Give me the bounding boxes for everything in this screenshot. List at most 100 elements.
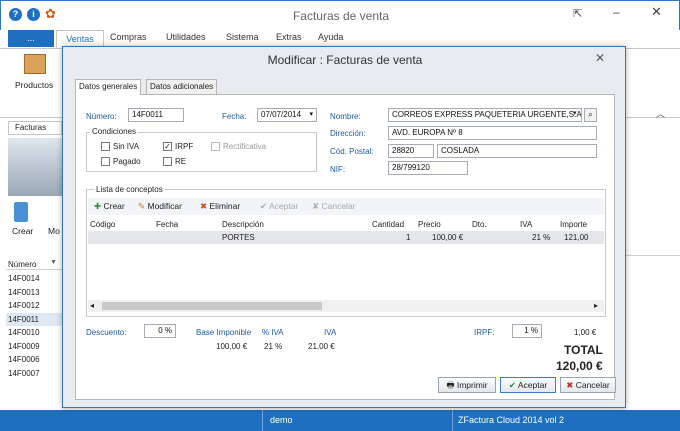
search-icon[interactable]: ⌕ (584, 108, 597, 122)
poblacion-input[interactable]: COSLADA (437, 144, 597, 158)
nombre-label: Nombre: (330, 112, 361, 121)
sin-iva-label: Sin IVA (113, 142, 140, 151)
table-row[interactable] (88, 231, 604, 244)
irpf-checkbox[interactable]: ✓ (163, 142, 172, 151)
fecha-label: Fecha: (222, 112, 247, 121)
list-item[interactable]: 14F0006 (8, 355, 40, 364)
list-item[interactable]: 14F0012 (8, 301, 40, 310)
pct-iva-label: % IVA (262, 328, 284, 337)
left-panel: Facturas Crear Mo Número ▼ 14F0014 14F001… (0, 118, 62, 410)
re-label: RE (175, 157, 187, 166)
dialog-body: Datos generales Datos adicionales Número… (72, 79, 618, 401)
tab-facturas[interactable]: Facturas (8, 121, 62, 135)
cell-cantidad: 1 (406, 233, 411, 242)
descuento-input[interactable]: 0 % (144, 324, 176, 338)
fecha-picker[interactable]: 07/07/2014 ▾ (257, 108, 317, 122)
col-precio[interactable]: Precio (418, 220, 441, 229)
eliminar-concepto-button[interactable]: ✖ Eliminar (200, 201, 240, 212)
cp-input[interactable]: 28820 (388, 144, 434, 158)
tab-ayuda[interactable]: Ayuda (318, 32, 343, 42)
cell-iva: 21 % (532, 233, 551, 242)
list-item[interactable]: 14F0007 (8, 369, 40, 378)
nif-input[interactable]: 28/799120 (388, 161, 468, 175)
tab-facturas-label: Facturas (15, 123, 47, 132)
tab-extras[interactable]: Extras (276, 32, 302, 42)
conceptos-label: Lista de conceptos (94, 185, 165, 194)
tab-utilidades[interactable]: Utilidades (166, 32, 206, 42)
crear-concepto-button[interactable]: ✚ Crear (94, 201, 125, 212)
list-item[interactable]: 14F0014 (8, 274, 40, 283)
nombre-select[interactable]: CORREOS EXPRESS PAQUETERIA URGENTE,S.A. (388, 108, 582, 122)
right-panel (626, 118, 680, 410)
irpf-label: IRPF (175, 142, 194, 151)
col-cantidad[interactable]: Cantidad (372, 220, 404, 229)
modificar-button-partial[interactable]: Mo (48, 226, 60, 236)
list-item-selected[interactable]: 14F0011 (8, 315, 39, 324)
condiciones-label: Condiciones (90, 127, 139, 136)
close-icon[interactable]: ✕ (651, 4, 662, 20)
minimize-icon[interactable]: – (613, 5, 620, 19)
restore-icon[interactable]: ⇱ (573, 7, 582, 20)
conceptos-toolbar: ✚ Crear ✎ Modificar ✖ Eliminar ✔ Aceptar… (88, 198, 604, 215)
cp-label: Cód. Postal: (330, 147, 374, 156)
numero-input[interactable]: 14F0011 (128, 108, 184, 122)
productos-button[interactable]: Productos (15, 80, 53, 90)
title-bar: ? i ✿ Facturas de venta ⇱ – ✕ (0, 0, 680, 30)
chevron-down-icon[interactable]: ▾ (309, 109, 313, 121)
scroll-thumb[interactable] (102, 302, 322, 310)
close-icon[interactable]: ✕ (595, 51, 605, 65)
scroll-left-icon[interactable]: ◂ (90, 301, 94, 310)
rectificativa-checkbox[interactable] (211, 142, 220, 151)
tab-sistema[interactable]: Sistema (226, 32, 259, 42)
col-importe[interactable]: Importe (560, 220, 587, 229)
printer-icon: 🖶 (446, 380, 457, 390)
cell-descripcion: PORTES (222, 233, 255, 242)
list-item[interactable]: 14F0010 (8, 328, 40, 337)
nif-label: NIF: (330, 165, 346, 174)
crear-button[interactable]: Crear (12, 226, 33, 236)
irpf-total-label: IRPF: (474, 328, 495, 337)
base-value: 100,00 € (216, 342, 248, 351)
horizontal-scrollbar[interactable]: ◂ ▸ (88, 300, 604, 312)
chevron-down-icon[interactable]: ▾ (573, 109, 577, 117)
file-tab[interactable]: ... (8, 30, 54, 47)
sin-iva-checkbox[interactable] (101, 142, 110, 151)
aceptar-button[interactable]: ✔ Aceptar (500, 377, 556, 393)
direccion-input[interactable]: AVD. EUROPA Nº 8 (388, 126, 597, 140)
col-codigo[interactable]: Código (90, 220, 115, 229)
descuento-label: Descuento: (86, 328, 127, 337)
rectificativa-label: Rectificativa (223, 142, 267, 151)
modificar-concepto-button[interactable]: ✎ Modificar (138, 201, 182, 212)
check-icon: ✔ (508, 380, 518, 390)
tab-compras[interactable]: Compras (110, 32, 147, 42)
list-item[interactable]: 14F0013 (8, 288, 40, 297)
aceptar-concepto-button[interactable]: ✔ Aceptar (260, 201, 298, 212)
box-icon[interactable] (24, 54, 46, 74)
irpf-input[interactable]: 1 % (512, 324, 542, 338)
irpf-amount: 1,00 € (574, 328, 597, 337)
cancelar-button[interactable]: ✖ Cancelar (560, 377, 616, 393)
col-fecha[interactable]: Fecha (156, 220, 178, 229)
filter-icon[interactable]: ▼ (50, 259, 57, 266)
fecha-value: 07/07/2014 (261, 110, 302, 119)
scroll-right-icon[interactable]: ▸ (594, 301, 598, 310)
pct-iva-value: 21 % (264, 342, 283, 351)
database-icon[interactable] (14, 202, 28, 222)
list-item[interactable]: 14F0009 (8, 342, 40, 351)
tab-datos-generales[interactable]: Datos generales (75, 79, 142, 95)
car-image (8, 138, 62, 196)
re-checkbox[interactable] (163, 157, 172, 166)
column-header-numero[interactable]: Número ▼ (6, 259, 62, 270)
status-bar: demo ZFactura Cloud 2014 vol 2 (0, 410, 680, 431)
cancelar-concepto-button[interactable]: ✘ Cancelar (312, 201, 356, 212)
iva-value: 21,00 € (308, 342, 335, 351)
tab-datos-adicionales[interactable]: Datos adicionales (146, 79, 218, 94)
col-dto[interactable]: Dto. (472, 220, 487, 229)
numero-label: Número: (86, 112, 117, 121)
tab-panel: Número: 14F0011 Fecha: 07/07/2014 ▾ Condi… (75, 94, 615, 400)
pagado-checkbox[interactable] (101, 157, 110, 166)
col-iva[interactable]: IVA (520, 220, 532, 229)
cell-precio: 100,00 € (432, 233, 464, 242)
imprimir-button[interactable]: 🖶 Imprimir (438, 377, 496, 393)
col-descripcion[interactable]: Descripción (222, 220, 264, 229)
